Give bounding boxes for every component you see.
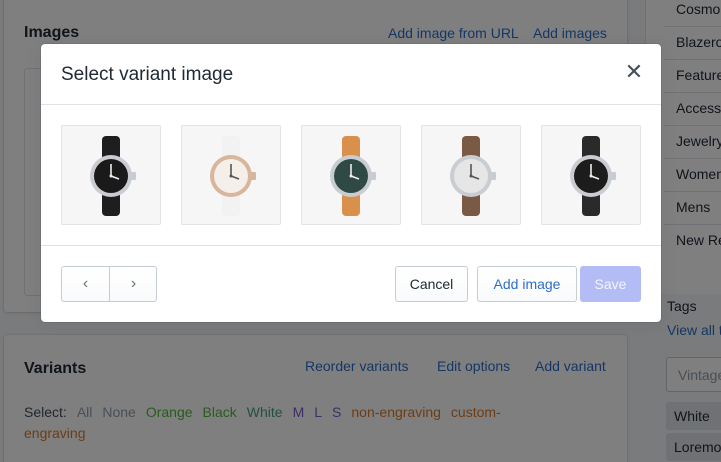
watch-icon — [210, 136, 256, 216]
select-variant-image-modal: Select variant image ✕ ‹ › Cancel Add im… — [41, 44, 661, 322]
save-button[interactable]: Save — [580, 266, 641, 302]
add-image-button[interactable]: Add image — [477, 266, 577, 302]
variant-image-thumbnail[interactable] — [541, 125, 641, 225]
cancel-button[interactable]: Cancel — [395, 266, 468, 302]
watch-icon — [330, 136, 376, 216]
next-page-button[interactable]: › — [110, 267, 157, 301]
variant-image-thumbnail[interactable] — [421, 125, 521, 225]
divider — [41, 245, 661, 246]
watch-icon — [90, 136, 136, 216]
pagination: ‹ › — [61, 266, 157, 302]
divider — [41, 104, 661, 105]
watch-icon — [450, 136, 496, 216]
close-icon[interactable]: ✕ — [621, 59, 647, 85]
variant-image-thumbnail[interactable] — [301, 125, 401, 225]
variant-image-thumbnail[interactable] — [61, 125, 161, 225]
modal-title: Select variant image — [61, 64, 234, 85]
variant-image-thumbnail[interactable] — [181, 125, 281, 225]
previous-page-button[interactable]: ‹ — [62, 267, 109, 301]
watch-icon — [570, 136, 616, 216]
